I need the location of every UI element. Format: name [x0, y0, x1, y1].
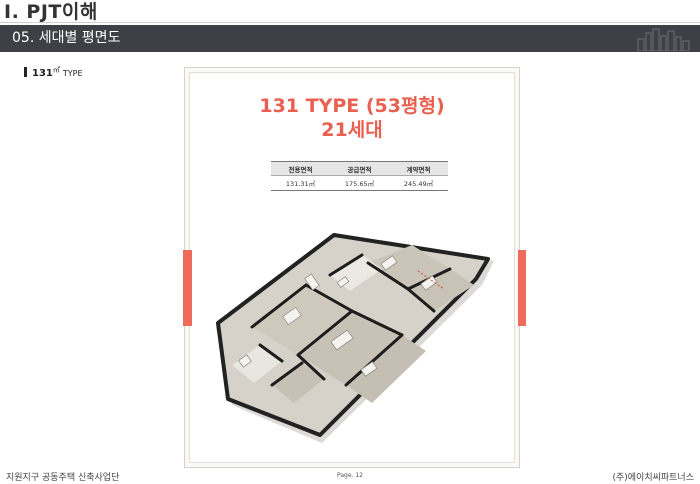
- area-value-contract: 245.49㎡: [389, 175, 448, 191]
- area-value-supply: 175.65㎡: [330, 175, 389, 191]
- area-header-supply: 공급면적: [330, 161, 389, 176]
- type-subheading: 131㎡ TYPE: [24, 65, 83, 79]
- footer-page-number: Page. 12: [337, 472, 363, 479]
- plan-title: 131 TYPE (53평형) 21세대: [184, 94, 520, 142]
- area-table: 전용면적 공급면적 계약면적 131.31㎡ 175.65㎡ 245.49㎡: [271, 161, 448, 191]
- section-bar: 05. 세대별 평면도: [0, 25, 700, 52]
- area-table-row: 131.31㎡ 175.65㎡ 245.49㎡: [271, 175, 448, 191]
- type-word: TYPE: [62, 69, 83, 78]
- header-divider: [0, 22, 700, 23]
- isometric-floorplan: [216, 233, 494, 443]
- area-table-header-row: 전용면적 공급면적 계약면적: [271, 161, 448, 176]
- plan-title-households: 21세대: [321, 119, 383, 141]
- type-number: 131: [32, 68, 53, 79]
- section-label: 05. 세대별 평면도: [12, 30, 121, 46]
- right-accent-tab: [518, 250, 526, 326]
- area-value-exclusive: 131.31㎡: [271, 175, 330, 191]
- type-unit: ㎡: [52, 66, 60, 74]
- skyline-icon: [637, 28, 690, 51]
- chapter-title: I. PJT이해: [4, 1, 98, 23]
- area-header-contract: 계약면적: [389, 161, 448, 176]
- footer-company-name: (주)에이치씨파트너스: [612, 473, 694, 483]
- plan-title-type: 131 TYPE (53평형): [259, 95, 445, 117]
- left-accent-tab: [183, 250, 192, 326]
- subheading-marker: [24, 67, 27, 77]
- area-header-exclusive: 전용면적: [271, 161, 330, 176]
